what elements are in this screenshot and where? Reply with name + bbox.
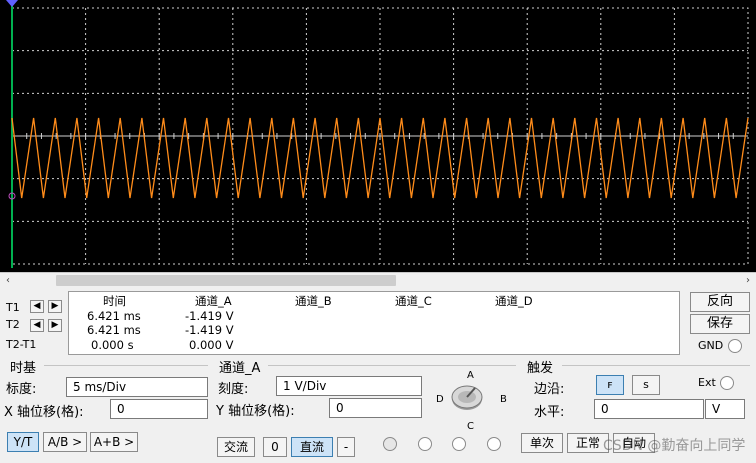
scope-display: [0, 0, 756, 272]
t1-label: T1: [6, 301, 20, 314]
t2-right-button[interactable]: ▶: [48, 319, 62, 332]
t2-t1-label: T2-T1: [6, 338, 37, 351]
knob-label-d: D: [436, 394, 444, 405]
reverse-button[interactable]: 反向: [690, 292, 750, 312]
channel-a-ypos-field[interactable]: 0: [329, 398, 422, 418]
dc-coupling-button[interactable]: 直流: [291, 437, 333, 457]
yt-button[interactable]: Y/T: [7, 432, 39, 452]
channel-a-radio-3[interactable]: [452, 437, 466, 451]
falling-edge-button[interactable]: ꜱ: [632, 375, 660, 395]
channel-a-radio-1[interactable]: [383, 437, 397, 451]
t1-left-button[interactable]: ◀: [30, 300, 44, 313]
timebase-divider: [44, 365, 208, 366]
t2t1-time-value: 0.000 s: [91, 338, 134, 352]
arrow-right-icon: ▶: [51, 301, 59, 311]
zero-coupling-button[interactable]: 0: [263, 437, 287, 457]
cursor-t1-marker: [6, 0, 18, 7]
ac-coupling-button[interactable]: 交流: [217, 437, 255, 457]
arrow-left-icon: ◀: [33, 301, 41, 311]
scroll-left-icon[interactable]: ‹: [0, 273, 16, 289]
arrow-left-icon: ◀: [33, 320, 41, 330]
arrow-right-icon: ▶: [51, 320, 59, 330]
channel-a-scale-label: 刻度:: [218, 382, 249, 397]
gnd-radio[interactable]: [728, 339, 742, 353]
channel-a-scale-field[interactable]: 1 V/Div: [276, 376, 422, 396]
channel-a-title: 通道_A: [219, 361, 261, 376]
trigger-level-field[interactable]: 0: [594, 399, 704, 419]
header-channel-c: 通道_C: [395, 294, 432, 308]
header-channel-d: 通道_D: [495, 294, 533, 308]
knob-label-b: B: [500, 394, 507, 405]
trigger-divider: [562, 365, 750, 366]
t2-channel-a-value: -1.419 V: [185, 323, 234, 337]
readout-table: 时间 通道_A 通道_B 通道_C 通道_D 6.421 ms -1.419 V…: [68, 291, 680, 355]
trigger-edge-label: 边沿:: [534, 382, 565, 397]
header-channel-a: 通道_A: [195, 294, 232, 308]
t1-channel-a-value: -1.419 V: [185, 309, 234, 323]
scope-svg: [6, 0, 749, 268]
trigger-level-label: 水平:: [534, 405, 565, 420]
trigger-title: 触发: [527, 361, 554, 376]
t2-label: T2: [6, 318, 20, 331]
horizontal-scrollbar[interactable]: ‹ ›: [0, 272, 756, 288]
timebase-scale-field[interactable]: 5 ms/Div: [66, 377, 208, 397]
single-trigger-button[interactable]: 单次: [521, 433, 563, 453]
trigger-level-unit[interactable]: V: [705, 399, 745, 419]
rising-edge-button[interactable]: ꜰ: [596, 375, 624, 395]
scrollbar-thumb[interactable]: [56, 275, 396, 286]
t2t1-channel-a-value: 0.000 V: [189, 338, 234, 352]
channel-a-divider: [268, 365, 516, 366]
scroll-right-icon[interactable]: ›: [740, 273, 756, 289]
t1-time-value: 6.421 ms: [87, 309, 141, 323]
channel-a-ypos-label: Y 轴位移(格):: [216, 404, 295, 419]
rising-edge-icon: ꜰ: [607, 378, 613, 391]
oscilloscope-window: ‹ › T1 ◀ ▶ T2 ◀ ▶ T2-T1 时间 通道_A 通道_B 通道_…: [0, 0, 756, 463]
header-time: 时间: [103, 294, 126, 308]
watermark: CSDN @勤奋向上同学: [603, 438, 746, 454]
falling-edge-icon: ꜱ: [643, 378, 649, 391]
gnd-label: GND: [698, 339, 724, 352]
t2-left-button[interactable]: ◀: [30, 319, 44, 332]
channel-a-radio-4[interactable]: [487, 437, 501, 451]
knob-label-a: A: [467, 370, 474, 381]
knob-label-c: C: [467, 421, 474, 432]
ext-label: Ext: [698, 376, 716, 389]
t1-right-button[interactable]: ▶: [48, 300, 62, 313]
timebase-scale-label: 标度:: [6, 382, 37, 397]
cursor-readout: T1 ◀ ▶ T2 ◀ ▶ T2-T1 时间 通道_A 通道_B 通道_C 通道…: [0, 289, 756, 357]
ab-button[interactable]: A/B >: [43, 432, 87, 452]
channel-a-radio-2[interactable]: [418, 437, 432, 451]
minus-button[interactable]: -: [337, 437, 355, 457]
timebase-xpos-label: X 轴位移(格):: [4, 405, 84, 420]
ext-radio[interactable]: [720, 376, 734, 390]
timebase-xpos-field[interactable]: 0: [110, 399, 208, 419]
timebase-title: 时基: [10, 361, 37, 376]
save-button[interactable]: 保存: [690, 314, 750, 334]
channel-selector-knob-icon[interactable]: [450, 382, 484, 412]
apb-button[interactable]: A+B >: [90, 432, 138, 452]
header-channel-b: 通道_B: [295, 294, 332, 308]
t2-time-value: 6.421 ms: [87, 323, 141, 337]
